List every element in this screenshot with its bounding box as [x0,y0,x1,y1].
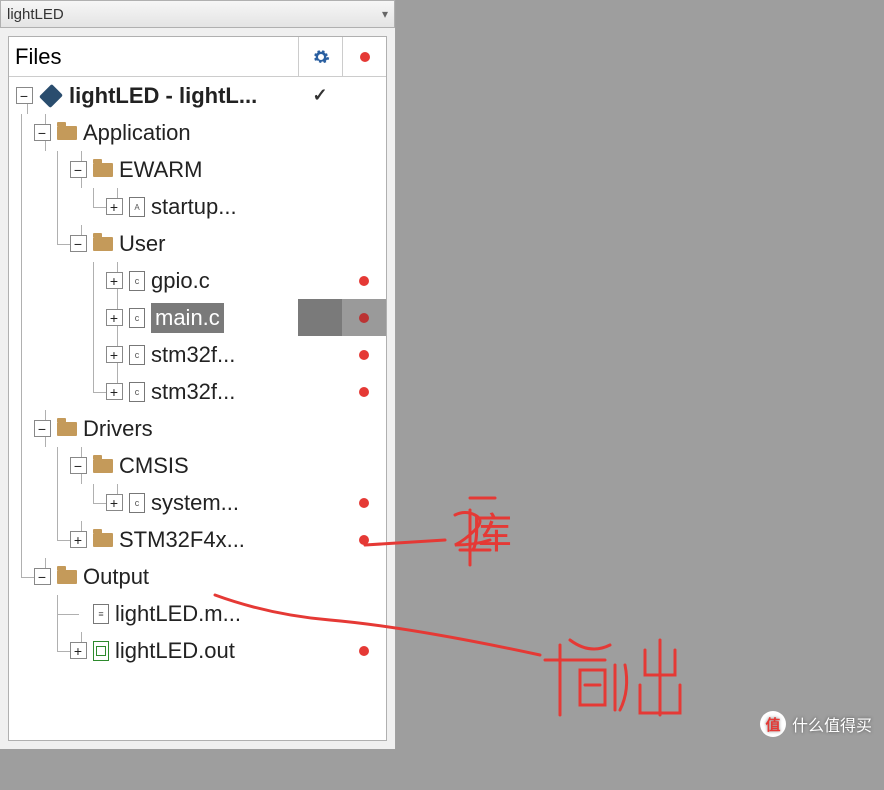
folder-icon [93,533,113,547]
expander-expand[interactable]: + [106,494,123,511]
watermark-badge: 值 [760,711,786,737]
status-dot-icon [359,276,369,286]
folder-icon [57,570,77,584]
annotation-lib: 库 [470,500,512,561]
tree-row-project[interactable]: − lightLED - lightL... ✓ [9,77,386,114]
node-label: Output [83,564,149,590]
node-label: lightLED.out [115,638,235,664]
expander-collapse[interactable]: − [16,87,33,104]
column-settings[interactable] [298,37,342,76]
folder-icon [93,163,113,177]
c-file-icon [129,345,145,365]
project-icon [39,83,63,107]
folder-icon [93,459,113,473]
tree-row-output[interactable]: − Output [9,558,386,595]
tree-row-ledm[interactable]: lightLED.m... [9,595,386,632]
expander-expand[interactable]: + [106,383,123,400]
node-label: CMSIS [119,453,189,479]
tree-row-stm32f4x[interactable]: + STM32F4x... [9,521,386,558]
tree-row-gpio[interactable]: + gpio.c [9,262,386,299]
out-file-icon [93,641,109,661]
status-dot-icon [359,535,369,545]
node-label: STM32F4x... [119,527,245,553]
c-file-icon [129,382,145,402]
column-files[interactable]: Files [9,44,298,70]
expander-collapse[interactable]: − [34,420,51,437]
folder-icon [93,237,113,251]
tree-row-main[interactable]: + main.c [9,299,386,336]
status-dot-icon [359,646,369,656]
node-label: Application [83,120,191,146]
panel-title: lightLED [7,6,382,23]
project-label: lightLED - lightL... [69,83,257,109]
tree-row-startup[interactable]: + startup... [9,188,386,225]
expander-expand[interactable]: + [106,198,123,215]
expander-collapse[interactable]: − [70,235,87,252]
expander-expand[interactable]: + [70,531,87,548]
tree-row-application[interactable]: − Application [9,114,386,151]
watermark-text: 什么值得买 [792,712,872,736]
tree-row-drivers[interactable]: − Drivers [9,410,386,447]
c-file-icon [129,493,145,513]
expander-collapse[interactable]: − [70,457,87,474]
node-label: main.c [151,303,224,333]
asm-file-icon [129,197,145,217]
expander-expand[interactable]: + [106,346,123,363]
expander-collapse[interactable]: − [34,568,51,585]
node-label: Drivers [83,416,153,442]
expander-collapse[interactable]: − [70,161,87,178]
gear-icon [312,48,330,66]
tree-row-cmsis[interactable]: − CMSIS [9,447,386,484]
node-label: startup... [151,194,237,220]
status-dot-icon [359,387,369,397]
file-explorer-panel: lightLED ▾ Files − lightLED - lightL... … [0,0,396,749]
expander-expand[interactable]: + [106,309,123,326]
node-label: User [119,231,165,257]
tree-row-ledout[interactable]: + lightLED.out [9,632,386,669]
status-dot-icon [359,313,369,323]
expander-collapse[interactable]: − [34,124,51,141]
node-label: system... [151,490,239,516]
panel-titlebar[interactable]: lightLED ▾ [0,0,395,28]
tree-body: − lightLED - lightL... ✓ − Application [9,77,386,669]
column-status[interactable] [342,37,386,76]
map-file-icon [93,604,109,624]
file-tree: Files − lightLED - lightL... ✓ [8,36,387,741]
tree-row-user[interactable]: − User [9,225,386,262]
c-file-icon [129,271,145,291]
node-label: lightLED.m... [115,601,241,627]
tree-row-stm32f-1[interactable]: + stm32f... [9,336,386,373]
node-label: stm32f... [151,342,235,368]
tree-row-system[interactable]: + system... [9,484,386,521]
folder-icon [57,126,77,140]
folder-icon [57,422,77,436]
c-file-icon [129,308,145,328]
check-icon: ✓ [312,85,327,106]
status-dot-icon [359,350,369,360]
tree-row-ewarm[interactable]: − EWARM [9,151,386,188]
expander-expand[interactable]: + [106,272,123,289]
status-dot-icon [360,52,370,62]
tree-header: Files [9,37,386,77]
watermark: 值 什么值得买 [760,711,872,737]
node-label: EWARM [119,157,203,183]
expander-expand[interactable]: + [70,642,87,659]
node-label: stm32f... [151,379,235,405]
chevron-down-icon[interactable]: ▾ [382,7,388,21]
node-label: gpio.c [151,268,210,294]
status-dot-icon [359,498,369,508]
tree-row-stm32f-2[interactable]: + stm32f... [9,373,386,410]
